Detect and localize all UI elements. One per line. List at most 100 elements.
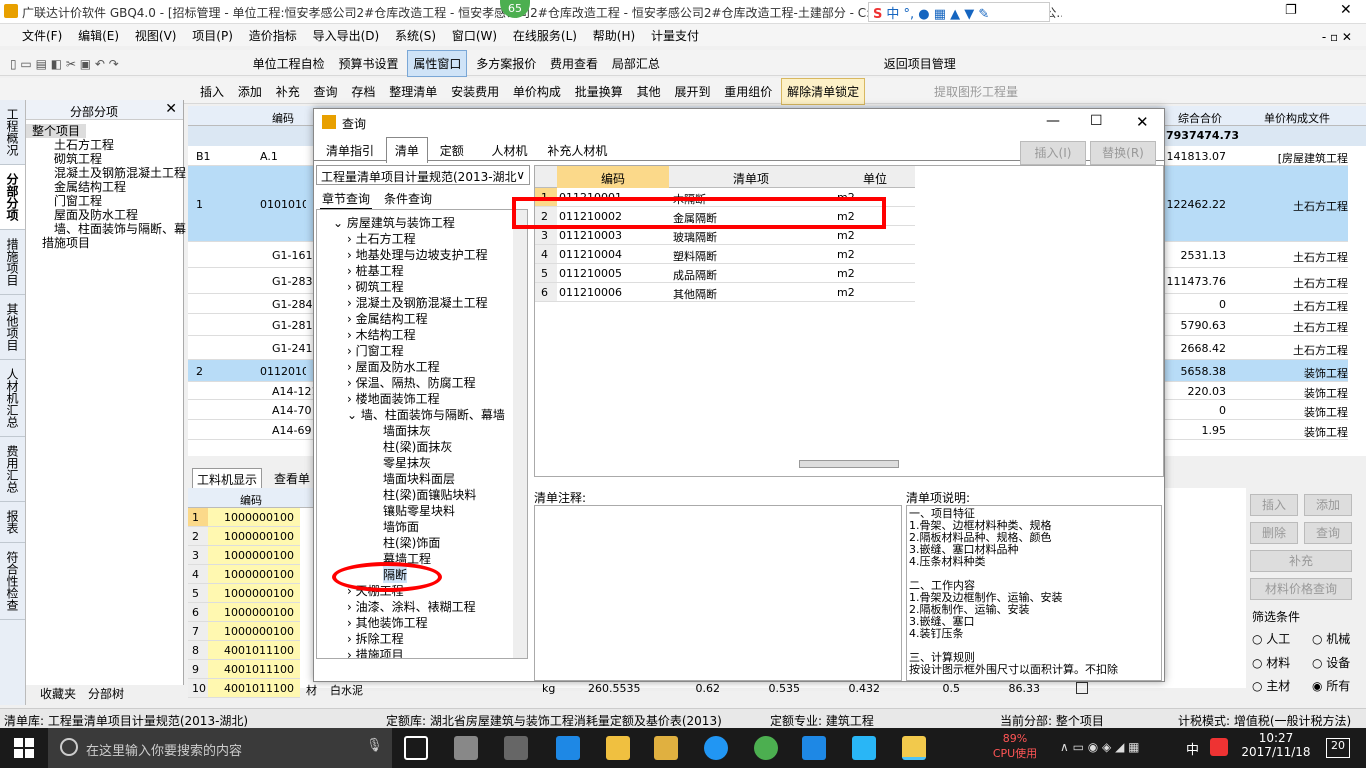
tree-scrollbar[interactable] <box>513 210 527 658</box>
self-check-button[interactable]: 单位工程自检 <box>248 51 330 76</box>
tab-overview[interactable]: 工程概况 <box>0 100 25 165</box>
tree-leaf[interactable]: 柱(梁)面镶贴块料 <box>383 486 476 503</box>
tree-item[interactable]: 措施项目 <box>26 236 183 250</box>
note-textarea[interactable] <box>534 505 902 681</box>
tree-root-node[interactable]: ⌄ 房屋建筑与装饰工程 <box>333 214 455 231</box>
organize-list-menu[interactable]: 整理清单 <box>384 79 442 104</box>
resource-code[interactable]: 4001011100 <box>208 660 300 679</box>
tree-item[interactable]: 屋面及防水工程 <box>26 208 183 222</box>
tab-compliance[interactable]: 符合性检查 <box>0 543 25 620</box>
row-code[interactable]: A14-69 <box>272 424 318 437</box>
tree-leaf[interactable]: 墙面抹灰 <box>383 422 431 439</box>
notification-badge[interactable]: 20 <box>1326 738 1350 758</box>
resource-code[interactable]: 4001011100 <box>208 679 300 698</box>
tree-leaf[interactable]: 镶贴零星块料 <box>383 502 455 519</box>
unlock-list-button[interactable]: 解除清单锁定 <box>781 78 866 105</box>
tab-labor-summary[interactable]: 人材机汇总 <box>0 360 25 437</box>
resource-code[interactable]: 1000000100 <box>208 527 300 546</box>
app-icon[interactable] <box>504 736 528 760</box>
tab-quota[interactable]: 定额 <box>432 138 472 163</box>
minimize-icon[interactable]: — <box>1046 113 1060 129</box>
table-row[interactable]: 5 011210005 成品隔断 m2 <box>535 264 915 283</box>
menu-cost-index[interactable]: 造价指标 <box>243 24 303 47</box>
tree-node[interactable]: › 楼地面装饰工程 <box>347 390 440 407</box>
menu-payment[interactable]: 计量支付 <box>645 24 705 47</box>
menu-file[interactable]: 文件(F) <box>0 24 68 47</box>
menu-window[interactable]: 窗口(W) <box>446 24 503 47</box>
tab-labor-material[interactable]: 人材机 <box>484 138 536 163</box>
tree-node[interactable]: › 屋面及防水工程 <box>347 358 440 375</box>
reuse-price-menu[interactable]: 重用组价 <box>719 79 777 104</box>
tray-icons[interactable]: ∧ ▭ ◉ ◈ ◢ ▦ <box>1060 740 1139 754</box>
tree-node[interactable]: › 地基处理与边坡支护工程 <box>347 246 488 263</box>
resource-code[interactable]: 1000000100 <box>208 546 300 565</box>
task-view-icon[interactable] <box>404 736 428 760</box>
tab-chapter-query[interactable]: 章节查询 <box>320 189 373 210</box>
tree-item[interactable]: 砌筑工程 <box>26 152 183 166</box>
ime-indicator[interactable]: 中 <box>1186 739 1199 758</box>
search-box[interactable]: 在这里输入你要搜索的内容 🎙 <box>48 728 392 768</box>
tree-node[interactable]: › 油漆、涂料、裱糊工程 <box>347 598 476 615</box>
tree-item[interactable]: 混凝土及钢筋混凝土工程 <box>26 166 186 180</box>
radio-main-material[interactable]: ○ 主材 <box>1252 677 1290 694</box>
resource-code[interactable]: 1000000100 <box>208 622 300 641</box>
expand-to-menu[interactable]: 展开到 <box>669 79 715 104</box>
insert-menu[interactable]: 插入 <box>195 79 229 104</box>
tree-node[interactable]: › 土石方工程 <box>347 230 416 247</box>
dialog-replace-button[interactable]: 替换(R) <box>1090 141 1156 165</box>
tree-node[interactable]: › 门窗工程 <box>347 342 404 359</box>
ie-icon[interactable] <box>704 736 728 760</box>
tree-node[interactable]: › 其他装饰工程 <box>347 614 428 631</box>
fee-view-button[interactable]: 费用查看 <box>545 51 603 76</box>
tree-node[interactable]: › 木结构工程 <box>347 326 416 343</box>
extract-quantity-button[interactable]: 提取图形工程量 <box>929 79 1023 104</box>
add-menu[interactable]: 添加 <box>233 79 267 104</box>
file-explorer-icon[interactable] <box>654 736 678 760</box>
tab-view-list[interactable]: 查看单 <box>274 470 310 487</box>
price-query-button[interactable]: 材料价格查询 <box>1250 578 1352 600</box>
tree-leaf[interactable]: 零星抹灰 <box>383 454 431 471</box>
app-icon[interactable] <box>802 736 826 760</box>
multi-plan-button[interactable]: 多方案报价 <box>471 51 541 76</box>
dialog-insert-button[interactable]: 插入(I) <box>1020 141 1086 165</box>
property-window-button[interactable]: 属性窗口 <box>407 50 468 77</box>
row-code[interactable]: G1-241 <box>272 342 318 355</box>
resource-code[interactable]: 1000000100 <box>208 508 300 527</box>
app-icon[interactable] <box>454 736 478 760</box>
favorites-tab[interactable]: 收藏夹 <box>40 685 76 702</box>
supplement-button[interactable]: 补充 <box>1250 550 1352 572</box>
tab-reports[interactable]: 报表 <box>0 502 25 543</box>
mdi-controls[interactable]: - ▫ ✕ <box>1316 27 1358 47</box>
menu-system[interactable]: 系统(S) <box>389 24 442 47</box>
resource-code[interactable]: 4001011100 <box>208 641 300 660</box>
back-to-project-button[interactable]: 返回项目管理 <box>879 51 961 76</box>
close-icon[interactable]: ✕ <box>165 101 177 117</box>
row-code[interactable]: G1-283 <box>272 275 318 288</box>
tree-item[interactable]: 金属结构工程 <box>26 180 183 194</box>
tree-item[interactable]: 墙、柱面装饰与隔断、幕 <box>26 222 186 236</box>
archive-menu[interactable]: 存档 <box>346 79 380 104</box>
delete-button[interactable]: 删除 <box>1250 522 1298 544</box>
tree-root[interactable]: 整个项目 <box>26 124 86 138</box>
store-icon[interactable] <box>606 736 630 760</box>
menu-help[interactable]: 帮助(H) <box>587 24 641 47</box>
row-code[interactable]: G1-161 <box>272 249 318 262</box>
standard-select[interactable]: 工程量清单项目计量规范(2013-湖北 ∨ <box>316 165 530 185</box>
row-code[interactable]: 011201001 <box>260 365 306 378</box>
division-tree-tab[interactable]: 分部树 <box>88 685 124 702</box>
tree-leaf[interactable]: 柱(梁)面抹灰 <box>383 438 452 455</box>
tree-leaf[interactable]: 墙饰面 <box>383 518 419 535</box>
tree-node[interactable]: › 措施项目 <box>347 646 404 658</box>
clock[interactable]: 10:27 2017/11/18 <box>1240 731 1312 759</box>
menu-import-export[interactable]: 导入导出(D) <box>307 24 386 47</box>
close-icon[interactable]: ✕ <box>1136 113 1149 131</box>
supplement-menu[interactable]: 补充 <box>271 79 305 104</box>
close-icon[interactable]: ✕ <box>1340 2 1352 18</box>
resource-code[interactable]: 1000000100 <box>208 584 300 603</box>
radio-equipment[interactable]: ○ 设备 <box>1312 654 1350 671</box>
tab-measures[interactable]: 措施项目 <box>0 230 25 295</box>
maximize-icon[interactable]: ☐ <box>1090 113 1103 129</box>
app-icon[interactable] <box>852 736 876 760</box>
tab-other[interactable]: 其他项目 <box>0 295 25 360</box>
resource-code[interactable]: 1000000100 <box>208 565 300 584</box>
